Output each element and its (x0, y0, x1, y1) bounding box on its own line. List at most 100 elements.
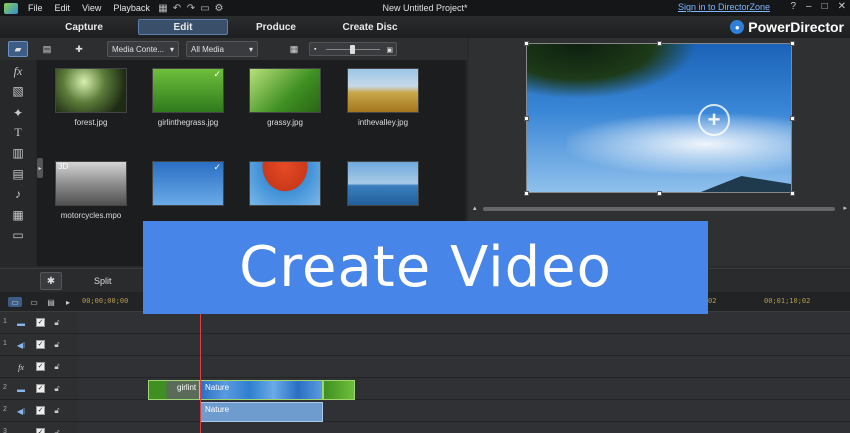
particle-room-icon[interactable]: ✦ (8, 104, 28, 122)
track-area: girlint Nature Nature (78, 312, 850, 433)
expand-panel-handle[interactable]: ▸ (37, 158, 43, 178)
track-enable-checkbox[interactable]: ✓ (36, 428, 45, 433)
tab-create-disc[interactable]: Create Disc (335, 19, 405, 35)
track-enable-checkbox[interactable]: ✓ (36, 340, 45, 349)
lock-icon[interactable]: 🔓︎ (52, 361, 62, 373)
track-header-audio-1: 1 ◀ǀ ✓ 🔓︎ (0, 334, 78, 356)
settings-icon[interactable]: ⚙ (212, 3, 226, 14)
transition-room-icon[interactable]: ▥ (8, 144, 28, 162)
media-filter-dropdown[interactable]: All Media ▾ (186, 41, 258, 57)
media-thumbnail: ✓ (152, 161, 224, 206)
track-row[interactable] (78, 400, 850, 422)
video-clip[interactable] (323, 380, 355, 400)
resize-handle[interactable] (790, 191, 795, 196)
large-thumb-icon: ▣ (386, 47, 393, 54)
storyboard-view-icon[interactable]: ▭ (27, 297, 41, 307)
media-thumbnail (55, 68, 127, 113)
track-number: 2 (3, 384, 7, 391)
signin-link[interactable]: Sign in to DirectorZone (678, 2, 770, 12)
track-headers: 1 ▬ ✓ 🔓︎ 1 ◀ǀ ✓ 🔓︎ fx ✓ 🔓︎ 2 ▬ ✓ 🔓︎ 2 ◀ǀ… (0, 312, 78, 433)
thumbnail-size-slider[interactable]: ▪ ▣ (309, 42, 397, 56)
minimize-icon[interactable]: – (806, 1, 812, 12)
resolution-icon[interactable]: ▭ (198, 3, 212, 14)
track-enable-checkbox[interactable]: ✓ (36, 406, 45, 415)
fx-room-icon[interactable]: fx (8, 62, 28, 80)
resize-handle[interactable] (524, 41, 529, 46)
media-item[interactable] (245, 153, 325, 223)
chapter-room-icon[interactable]: ▦ (8, 206, 28, 224)
title-room-icon[interactable]: T (8, 123, 28, 141)
track-number: 3 (3, 428, 7, 433)
lock-icon[interactable]: 🔓︎ (52, 339, 62, 351)
pip-room-icon[interactable]: ▧ (8, 82, 28, 100)
media-label: inthevalley.jpg (357, 118, 409, 127)
tools-icon[interactable]: ✱ (40, 272, 62, 290)
media-label: motorcycles.mpo (60, 211, 122, 220)
preview-scrollbar[interactable]: ▴ ▸ (473, 205, 847, 213)
scroll-left-icon[interactable]: ▴ (473, 204, 477, 212)
menu-file[interactable]: File (22, 3, 49, 13)
library-toolbar: ▰ ▤ ✚ Media Conte... ▾ All Media ▾ ▦ ▪ ▣ (0, 38, 467, 60)
lock-icon[interactable]: 🔓︎ (52, 383, 62, 395)
content-filter-dropdown[interactable]: Media Conte... ▾ (107, 41, 179, 57)
timeline-view-icon[interactable]: ▭ (8, 297, 22, 307)
move-crosshair-icon[interactable]: + (698, 104, 730, 136)
media-label: forest.jpg (74, 118, 108, 127)
resize-handle[interactable] (657, 191, 662, 196)
resize-handle[interactable] (524, 116, 529, 121)
window-controls: ? – □ ✕ (790, 1, 846, 12)
plugins-icon[interactable]: ✚ (70, 41, 88, 57)
save-icon[interactable]: ▦ (156, 3, 170, 14)
media-item[interactable]: grassy.jpg (245, 60, 325, 130)
resize-handle[interactable] (790, 116, 795, 121)
subtitle-room-icon[interactable]: ▭ (8, 226, 28, 244)
video-clip[interactable]: girlint (148, 380, 200, 400)
video-track-icon: ▬ (17, 384, 25, 394)
resize-handle[interactable] (790, 41, 795, 46)
media-item[interactable] (343, 153, 423, 223)
media-item[interactable]: inthevalley.jpg (343, 60, 423, 130)
media-item[interactable]: 3D motorcycles.mpo (51, 153, 131, 223)
import-media-icon[interactable]: ▤ (38, 41, 56, 57)
menu-playback[interactable]: Playback (107, 3, 156, 13)
split-button[interactable]: Split (88, 273, 118, 289)
track-header-audio-2: 2 ◀ǀ ✓ 🔓︎ (0, 400, 78, 422)
tab-edit[interactable]: Edit (138, 19, 228, 35)
fit-timeline-icon[interactable]: ▸ (61, 297, 75, 307)
slider-knob[interactable] (350, 45, 355, 54)
scroll-right-icon[interactable]: ▸ (843, 204, 847, 212)
scrollbar-thumb[interactable] (483, 207, 835, 211)
maximize-icon[interactable]: □ (822, 1, 828, 12)
track-enable-checkbox[interactable]: ✓ (36, 384, 45, 393)
close-icon[interactable]: ✕ (838, 1, 846, 12)
track-enable-checkbox[interactable]: ✓ (36, 362, 45, 371)
tab-produce[interactable]: Produce (244, 19, 308, 35)
lock-icon[interactable]: 🔓︎ (52, 405, 62, 417)
media-item[interactable]: forest.jpg (51, 60, 131, 130)
track-row[interactable] (78, 356, 850, 378)
media-item[interactable]: ✓ (148, 153, 228, 223)
help-icon[interactable]: ? (790, 1, 796, 12)
track-row[interactable] (78, 422, 850, 433)
undo-icon[interactable]: ↶ (170, 3, 184, 14)
redo-icon[interactable]: ↷ (184, 3, 198, 14)
track-row[interactable] (78, 334, 850, 356)
track-manager-icon[interactable]: ▤ (44, 297, 58, 307)
lock-icon[interactable]: 🔓︎ (52, 317, 62, 329)
media-room-icon[interactable]: ▰ (8, 41, 28, 57)
voiceover-icon[interactable]: ♪ (8, 185, 28, 203)
resize-handle[interactable] (524, 191, 529, 196)
track-row[interactable] (78, 312, 850, 334)
resize-handle[interactable] (657, 41, 662, 46)
audio-mixing-icon[interactable]: ▤ (8, 165, 28, 183)
lock-icon[interactable]: 🔓︎ (52, 427, 62, 433)
menu-edit[interactable]: Edit (49, 3, 77, 13)
media-item[interactable]: ✓ girlinthegrass.jpg (148, 60, 228, 130)
grid-view-icon[interactable]: ▦ (286, 41, 302, 57)
video-clip[interactable]: Nature (200, 380, 323, 400)
track-enable-checkbox[interactable]: ✓ (36, 318, 45, 327)
menu-view[interactable]: View (76, 3, 107, 13)
preview-video-frame[interactable]: + (526, 43, 792, 193)
tab-capture[interactable]: Capture (52, 19, 116, 35)
audio-clip[interactable]: Nature (200, 402, 323, 422)
